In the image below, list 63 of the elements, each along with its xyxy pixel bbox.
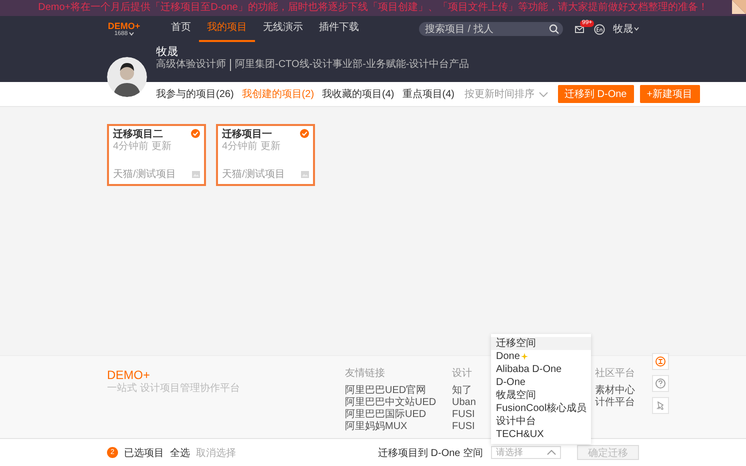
update-time: 4分钟前 更新 — [222, 141, 280, 153]
help-icon[interactable] — [652, 375, 669, 392]
footer-logo: DEMO+ — [107, 368, 152, 382]
thumbnail-icon — [192, 170, 200, 178]
search-icon[interactable] — [549, 24, 559, 34]
sparkle-icon — [520, 353, 528, 360]
search-field[interactable]: 搜索项目 / 找人 — [419, 22, 563, 36]
project-path: 天猫/测试项目 — [222, 168, 285, 181]
footer-link[interactable]: Uban — [452, 397, 476, 409]
footer-link[interactable]: FUSI — [452, 421, 475, 433]
migrate-label: 迁移项目到 D-One 空间 — [378, 446, 483, 460]
footer-link[interactable]: 素材中心 — [595, 385, 635, 397]
footer-link[interactable]: 计件平台 — [595, 397, 635, 409]
footer-link[interactable]: 阿里巴巴国际UED — [345, 409, 426, 421]
notice-text: Demo+将在一个月后提供「迁移项目至D-one」的功能，届时也将逐步下线「项目创建」、「项目文件上传」等功能，请大家提前做好文档整理的准备！ — [38, 2, 708, 14]
project-tab[interactable]: 重点项目(4) — [402, 87, 454, 101]
logo[interactable]: DEMO+ — [108, 20, 140, 30]
profile-name: 牧晟 — [156, 46, 179, 58]
project-title: 迁移项目一 — [222, 129, 273, 140]
project-card[interactable]: 迁移项目二 4分钟前 更新 天猫/测试项目 — [107, 124, 206, 186]
check-icon[interactable] — [300, 129, 309, 138]
job-title: 高级体验设计师 — [156, 59, 231, 71]
seal-icon[interactable] — [652, 353, 669, 370]
nav-link[interactable]: 无线演示 — [255, 16, 311, 42]
thumbnail-icon — [301, 170, 309, 178]
caret-icon — [634, 27, 639, 31]
dropdown-option[interactable]: 设计中台 — [491, 415, 591, 428]
dropdown-option[interactable]: 牧晟空间 — [491, 389, 591, 402]
nav-link[interactable]: 我的项目 — [199, 16, 255, 42]
footer-heading: 社区平台 — [595, 368, 635, 380]
mail-icon[interactable] — [575, 26, 584, 32]
footer-link[interactable]: 阿里妈妈MUX — [345, 421, 408, 433]
dropdown-option[interactable]: Done — [491, 350, 591, 363]
nav-link[interactable]: 插件下载 — [311, 16, 367, 42]
footer-link[interactable]: FUSI — [452, 409, 475, 421]
footer-heading: 设计 — [452, 368, 472, 380]
footer-link[interactable]: 知了 — [452, 385, 472, 397]
user-menu[interactable]: 牧晟 — [613, 22, 633, 36]
project-tab[interactable]: 我收藏的项目(4) — [322, 87, 394, 101]
check-icon[interactable] — [191, 129, 200, 138]
project-path: 天猫/测试项目 — [113, 168, 176, 181]
footer-link[interactable]: 阿里巴巴UED官网 — [345, 385, 426, 397]
dropdown-option[interactable]: TECH&UX — [491, 428, 591, 441]
select-all-link[interactable]: 全选 — [170, 446, 190, 460]
dropdown-option[interactable]: 迁移空间 — [491, 337, 591, 350]
project-tab[interactable]: 我参与的项目(26) — [156, 87, 234, 101]
chevron-down-icon[interactable] — [538, 92, 548, 96]
language-icon[interactable] — [594, 24, 605, 34]
project-card[interactable]: 迁移项目一 4分钟前 更新 天猫/测试项目 — [216, 124, 315, 186]
chevron-up-icon — [547, 450, 556, 455]
dropdown-option[interactable]: D-One — [491, 376, 591, 389]
selected-label: 已选项目 — [124, 446, 164, 460]
footer-heading: 友情链接 — [345, 368, 385, 380]
footer-link[interactable]: 阿里巴巴中文站UED — [345, 397, 436, 409]
nav-link[interactable]: 首页 — [163, 16, 199, 42]
update-time: 4分钟前 更新 — [113, 141, 172, 153]
page-fold-icon — [732, 0, 746, 14]
project-title: 迁移项目二 — [113, 129, 164, 140]
dropdown-option[interactable]: Alibaba D-One — [491, 363, 591, 376]
dropdown-option[interactable]: FusionCool核心成员 — [491, 402, 591, 415]
caret-icon — [128, 32, 134, 36]
footer-slogan: 一站式 设计项目管理协作平台 — [107, 382, 241, 396]
department-path: 阿里集团-CTO线-设计事业部-业务赋能-设计中台产品 — [235, 59, 470, 71]
